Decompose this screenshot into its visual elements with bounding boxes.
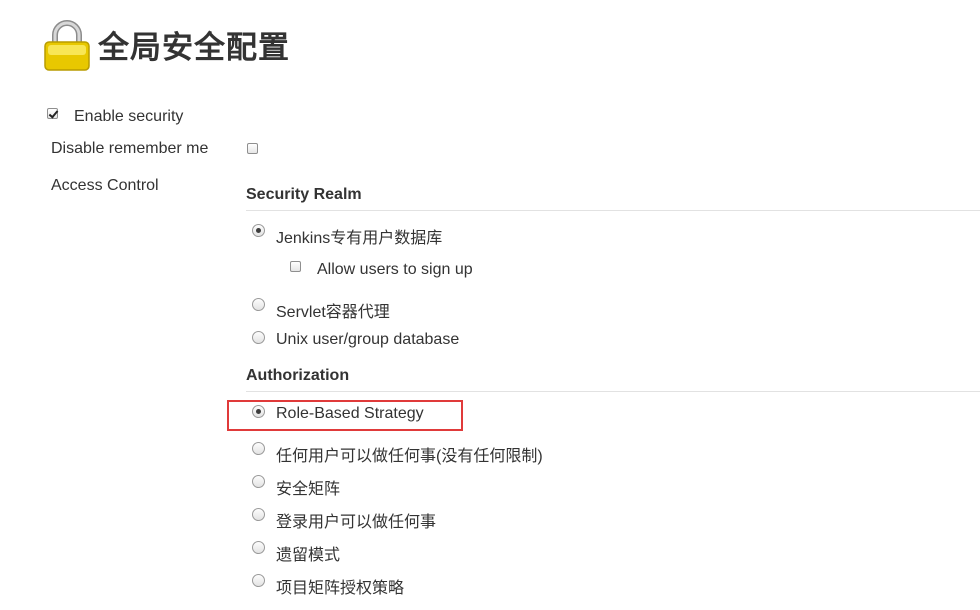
disable-remember-me-checkbox[interactable] (247, 143, 258, 154)
lock-icon (44, 20, 90, 71)
allow-signup-checkbox[interactable] (290, 261, 301, 272)
access-control-label: Access Control (51, 177, 159, 194)
allow-signup-label: Allow users to sign up (317, 261, 473, 278)
auth-anyone-label: 任何用户可以做任何事(没有任何限制) (276, 448, 543, 465)
auth-role-based-label: Role-Based Strategy (276, 405, 424, 422)
enable-security-label: Enable security (74, 108, 184, 125)
realm-unix-radio[interactable] (252, 331, 265, 344)
enable-security-checkbox[interactable] (47, 108, 58, 119)
realm-servlet-radio[interactable] (252, 298, 265, 311)
auth-project-matrix-radio[interactable] (252, 574, 265, 587)
auth-matrix-label: 安全矩阵 (276, 481, 341, 498)
realm-jenkins-label: Jenkins专有用户数据库 (276, 230, 443, 247)
security-realm-heading: Security Realm (246, 186, 362, 203)
auth-project-matrix-label: 项目矩阵授权策略 (276, 580, 405, 597)
realm-jenkins-radio[interactable] (252, 224, 265, 237)
auth-legacy-label: 遗留模式 (276, 547, 341, 564)
section-divider (246, 210, 980, 211)
authorization-heading: Authorization (246, 367, 350, 384)
realm-unix-label: Unix user/group database (276, 331, 460, 348)
auth-logged-in-label: 登录用户可以做任何事 (276, 514, 437, 531)
auth-matrix-radio[interactable] (252, 475, 265, 488)
section-divider (246, 391, 980, 392)
realm-servlet-label: Servlet容器代理 (276, 304, 390, 321)
auth-logged-in-radio[interactable] (252, 508, 265, 521)
page-title: 全局安全配置 (98, 30, 290, 66)
disable-remember-me-label: Disable remember me (51, 140, 209, 157)
auth-legacy-radio[interactable] (252, 541, 265, 554)
auth-anyone-radio[interactable] (252, 442, 265, 455)
auth-role-based-radio[interactable] (252, 405, 265, 418)
